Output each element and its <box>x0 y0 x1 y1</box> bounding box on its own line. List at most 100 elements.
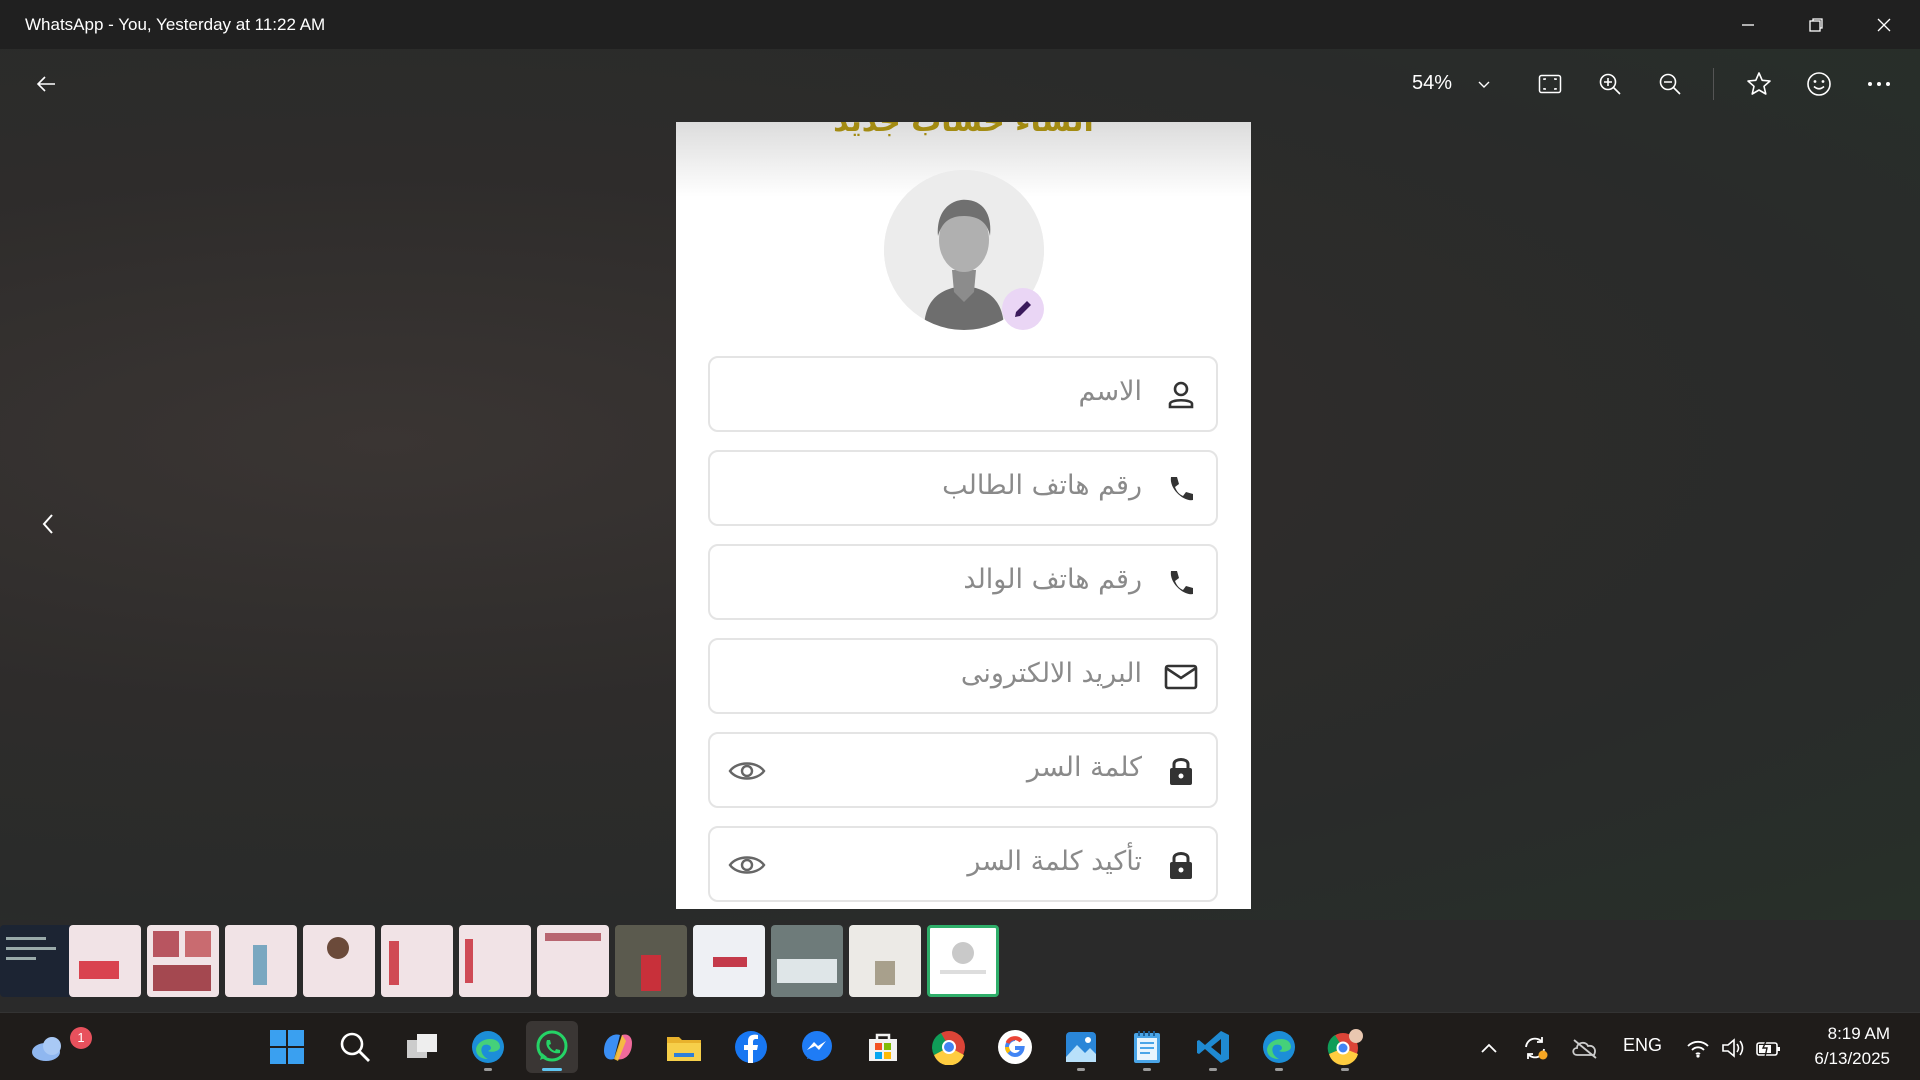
email-placeholder: البريد الالكترونى <box>960 658 1142 689</box>
file-explorer-icon <box>667 1037 701 1061</box>
thumbnail[interactable] <box>0 925 72 997</box>
password-field[interactable]: كلمة السر <box>708 732 1218 808</box>
restore-icon <box>1809 17 1823 32</box>
confirm-password-field[interactable]: تأكيد كلمة السر <box>708 826 1218 902</box>
sync-status[interactable] <box>1520 1033 1550 1063</box>
taskbar-app-edge-2[interactable] <box>1253 1021 1305 1073</box>
lock-icon <box>1164 848 1198 882</box>
previous-image-button[interactable] <box>30 506 66 542</box>
whatsapp-icon <box>536 1030 568 1062</box>
lock-icon <box>1164 754 1198 788</box>
toolbar-divider <box>1713 68 1714 100</box>
photos-icon <box>1066 1032 1096 1062</box>
thumbnail[interactable] <box>615 925 687 997</box>
wifi-icon <box>1687 1040 1709 1058</box>
search-button[interactable] <box>329 1021 381 1073</box>
facebook-icon <box>735 1031 767 1063</box>
volume-status[interactable] <box>1719 1033 1749 1063</box>
chevron-left-icon <box>42 514 53 534</box>
react-button[interactable] <box>1799 64 1839 104</box>
eye-icon[interactable] <box>728 850 766 880</box>
more-options-button[interactable] <box>1859 64 1899 104</box>
confirm-password-placeholder: تأكيد كلمة السر <box>967 846 1142 877</box>
network-status[interactable] <box>1683 1033 1713 1063</box>
chevron-up-icon <box>1481 1043 1497 1053</box>
taskbar-app-copilot[interactable] <box>592 1021 644 1073</box>
store-icon <box>869 1033 897 1061</box>
fit-to-window-button[interactable] <box>1530 64 1570 104</box>
show-hidden-icons-button[interactable] <box>1474 1033 1504 1063</box>
taskbar-app-google[interactable] <box>989 1021 1041 1073</box>
thumbnail[interactable] <box>537 925 609 997</box>
vscode-icon <box>1197 1031 1229 1063</box>
back-button[interactable] <box>26 64 66 104</box>
arrow-left-icon <box>36 76 55 92</box>
zoom-in-button[interactable] <box>1590 64 1630 104</box>
thumbnail[interactable] <box>693 925 765 997</box>
thumbnail-active[interactable] <box>927 925 999 997</box>
star-icon <box>1747 72 1771 95</box>
zoom-out-button[interactable] <box>1650 64 1690 104</box>
edit-avatar-button[interactable] <box>1002 288 1044 330</box>
taskbar-app-store[interactable] <box>857 1021 909 1073</box>
language-indicator[interactable]: ENG <box>1623 1035 1662 1056</box>
taskbar-app-file-explorer[interactable] <box>658 1021 710 1073</box>
pencil-icon <box>1015 301 1031 317</box>
zoom-dropdown-button[interactable] <box>1464 64 1504 104</box>
close-icon <box>1877 18 1891 31</box>
thumbnail[interactable] <box>303 925 375 997</box>
thumbnail[interactable] <box>147 925 219 997</box>
phone-icon <box>1164 566 1198 600</box>
chrome-profile-icon <box>1327 1029 1363 1066</box>
minimize-button[interactable] <box>1714 0 1782 49</box>
thumbnail[interactable] <box>459 925 531 997</box>
taskbar-app-edge[interactable] <box>462 1021 514 1073</box>
start-button[interactable] <box>261 1021 313 1073</box>
fit-window-icon <box>1538 74 1562 94</box>
thumbnail[interactable] <box>225 925 297 997</box>
email-field[interactable]: البريد الالكترونى <box>708 638 1218 714</box>
cloud-offline-icon <box>1572 1039 1597 1059</box>
onedrive-status[interactable] <box>1570 1033 1600 1063</box>
copilot-icon <box>604 1034 632 1061</box>
thumbnail[interactable] <box>771 925 843 997</box>
favorite-button[interactable] <box>1739 64 1779 104</box>
chrome-icon <box>932 1031 965 1065</box>
restore-button[interactable] <box>1782 0 1850 49</box>
thumbnail[interactable] <box>849 925 921 997</box>
title-bar: WhatsApp - You, Yesterday at 11:22 AM <box>0 0 1920 49</box>
task-view-button[interactable] <box>396 1021 448 1073</box>
student-phone-field[interactable]: رقم هاتف الطالب <box>708 450 1218 526</box>
thumbnail[interactable] <box>69 925 141 997</box>
filmstrip <box>0 925 1920 997</box>
messenger-icon <box>802 1031 832 1061</box>
battery-status[interactable] <box>1754 1033 1784 1063</box>
taskbar-app-facebook[interactable] <box>725 1021 777 1073</box>
taskbar-app-photos[interactable] <box>1055 1021 1107 1073</box>
weather-widget[interactable]: 1 <box>22 1021 92 1073</box>
search-icon <box>340 1032 370 1062</box>
more-icon <box>1868 82 1890 86</box>
eye-icon[interactable] <box>728 756 766 786</box>
system-clock[interactable]: 8:19 AM 6/13/2025 <box>1814 1021 1890 1071</box>
mail-icon <box>1164 660 1198 694</box>
close-button[interactable] <box>1850 0 1918 49</box>
student-phone-placeholder: رقم هاتف الطالب <box>942 470 1142 501</box>
taskbar-app-vscode[interactable] <box>1187 1021 1239 1073</box>
taskbar-app-messenger[interactable] <box>791 1021 843 1073</box>
parent-phone-field[interactable]: رقم هاتف الوالد <box>708 544 1218 620</box>
phone-icon <box>1164 472 1198 506</box>
notepad-icon <box>1134 1031 1160 1063</box>
taskbar-app-chrome-profile[interactable] <box>1319 1021 1371 1073</box>
window-title: WhatsApp - You, Yesterday at 11:22 AM <box>25 14 326 34</box>
parent-phone-placeholder: رقم هاتف الوالد <box>963 564 1142 595</box>
taskbar-app-whatsapp[interactable] <box>526 1021 578 1073</box>
thumbnail[interactable] <box>381 925 453 997</box>
zoom-level[interactable]: 54% <box>1412 72 1452 95</box>
name-placeholder: الاسم <box>1078 376 1143 407</box>
notification-badge: 1 <box>70 1027 92 1049</box>
name-field[interactable]: الاسم <box>708 356 1218 432</box>
taskbar-app-chrome[interactable] <box>923 1021 975 1073</box>
taskbar-app-notepad[interactable] <box>1121 1021 1173 1073</box>
zoom-in-icon <box>1599 73 1621 95</box>
